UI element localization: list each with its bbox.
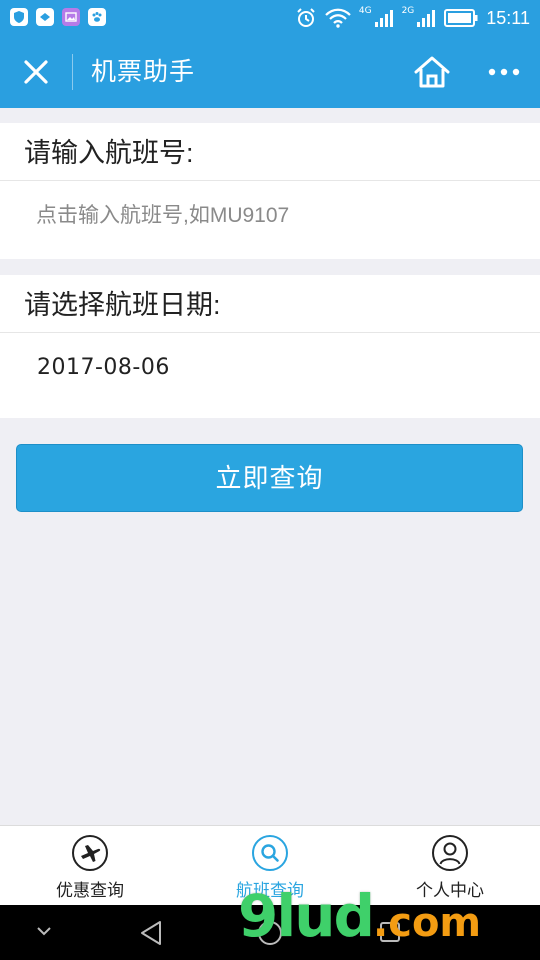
airplane-icon [72, 835, 108, 871]
home-button[interactable] [412, 54, 452, 90]
notification-icons [10, 8, 106, 26]
signal-icon [374, 10, 393, 27]
signal-icon [417, 10, 436, 27]
divider [0, 180, 540, 181]
more-dots-icon [488, 68, 520, 76]
battery-icon [444, 9, 478, 27]
tab-discount-query[interactable]: 优惠查询 [0, 826, 180, 906]
wifi-icon [325, 8, 351, 28]
search-icon [252, 835, 288, 871]
watermark-logo: 9lud.com [238, 882, 481, 950]
flight-date-section: 请选择航班日期: 2017-08-06 [0, 275, 540, 418]
flight-number-section: 请输入航班号: [0, 123, 540, 259]
back-icon[interactable] [138, 919, 164, 947]
close-button[interactable] [18, 54, 54, 90]
status-bar: 4G 2G 15:11 [0, 0, 540, 36]
folder-app-icon [36, 8, 54, 26]
page-title: 机票助手 [91, 58, 196, 86]
alarm-icon [297, 8, 315, 27]
system-indicators: 4G 2G 15:11 [295, 6, 530, 30]
more-button[interactable] [486, 58, 522, 86]
flight-number-label: 请输入航班号: [24, 138, 194, 168]
flight-date-label: 请选择航班日期: [24, 290, 221, 320]
gallery-app-icon [62, 8, 80, 26]
user-icon [432, 835, 468, 871]
tab-label: 优惠查询 [56, 881, 124, 900]
query-button[interactable]: 立即查询 [16, 444, 523, 512]
divider [0, 332, 540, 333]
watermark-suffix: .com [373, 900, 482, 946]
watermark-main: 9lud [238, 882, 375, 950]
title-bar: 机票助手 [0, 36, 540, 108]
network-type-4g: 4G [358, 6, 372, 16]
shield-app-icon [10, 8, 28, 26]
flight-number-input[interactable] [36, 195, 516, 237]
network-type-2g: 2G [401, 6, 415, 16]
flight-date-picker[interactable]: 2017-08-06 [37, 355, 170, 380]
title-divider [72, 54, 73, 90]
clock: 15:11 [486, 7, 530, 28]
chevron-down-icon[interactable] [34, 923, 54, 939]
paw-app-icon [88, 8, 106, 26]
close-icon [24, 60, 48, 84]
home-icon [414, 56, 450, 88]
